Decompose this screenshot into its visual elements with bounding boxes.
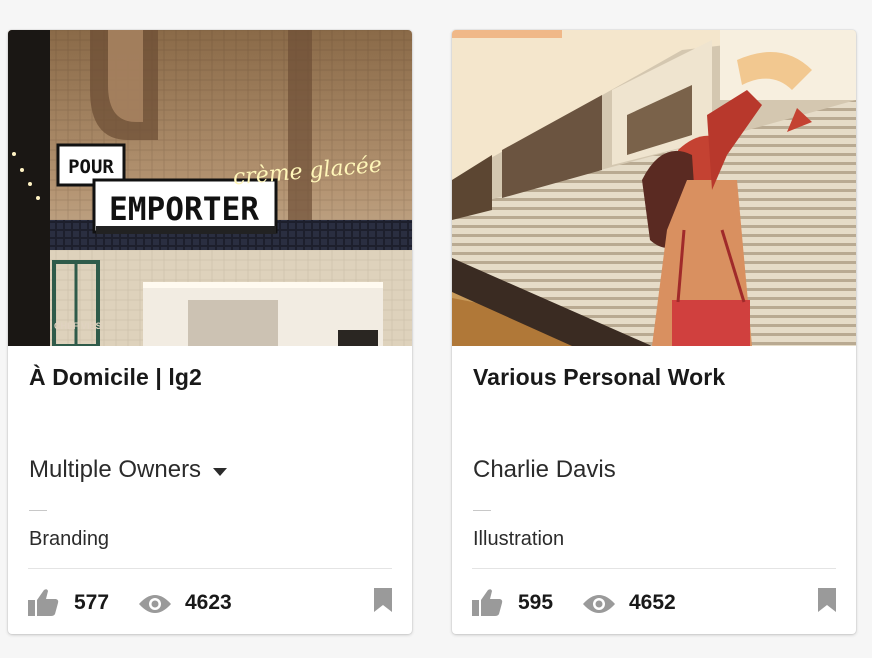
divider: [472, 568, 836, 569]
divider-short: [29, 510, 47, 511]
project-card[interactable]: POUR EMPORTER crème glacée CHEF VIES À D…: [8, 30, 412, 634]
divider: [28, 568, 392, 569]
owner-link[interactable]: Charlie Davis: [473, 456, 616, 484]
project-card[interactable]: Various Personal Work Charlie Davis Illu…: [452, 30, 856, 634]
project-title[interactable]: À Domicile | lg2: [29, 364, 392, 391]
project-title[interactable]: Various Personal Work: [473, 364, 836, 391]
cover-sign-pour: POUR: [68, 156, 114, 178]
divider-short: [473, 510, 491, 511]
cover-sign-emporter: EMPORTER: [109, 190, 260, 228]
eye-icon: [139, 594, 171, 619]
project-stats: 595 4652: [472, 586, 836, 622]
owner-name: Multiple Owners: [29, 456, 202, 483]
owner-name: Charlie Davis: [473, 456, 616, 483]
project-field[interactable]: Branding: [29, 528, 109, 551]
project-field[interactable]: Illustration: [473, 528, 564, 551]
appreciation-count: 595: [518, 591, 554, 614]
thumbs-up-icon[interactable]: [472, 588, 504, 621]
thumbs-up-icon[interactable]: [28, 588, 60, 621]
project-grid: POUR EMPORTER crème glacée CHEF VIES À D…: [0, 0, 872, 658]
project-cover-image[interactable]: POUR EMPORTER crème glacée CHEF VIES: [8, 30, 412, 346]
view-count: 4652: [629, 591, 676, 614]
appreciation-count: 577: [74, 591, 110, 614]
project-cover-image[interactable]: [452, 30, 856, 346]
owners-dropdown[interactable]: Multiple Owners: [29, 456, 228, 484]
bookmark-icon[interactable]: [374, 588, 392, 617]
project-stats: 577 4623: [28, 586, 392, 622]
view-count: 4623: [185, 591, 232, 614]
caret-down-icon: [213, 468, 228, 476]
bookmark-icon[interactable]: [818, 588, 836, 617]
cover-wall-text: CHEF VIES: [54, 321, 102, 331]
eye-icon: [583, 594, 615, 619]
